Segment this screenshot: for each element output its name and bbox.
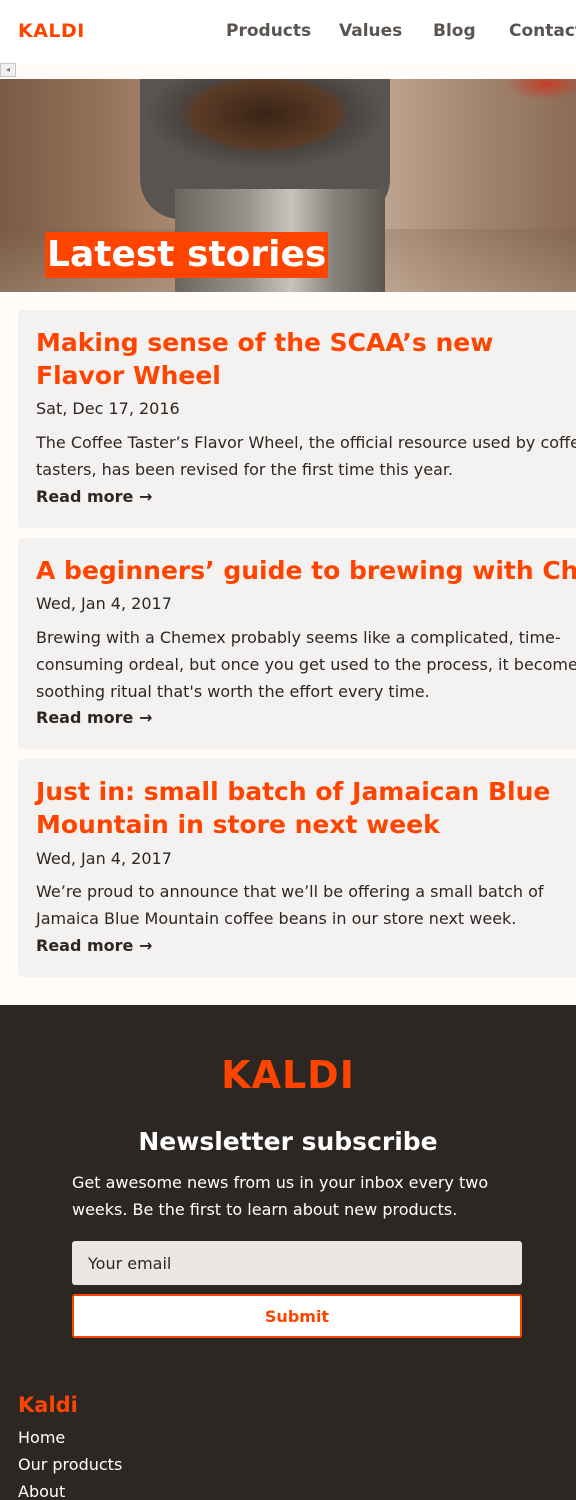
story-excerpt: Brewing with a Chemex probably seems lik… [36,628,576,701]
hero-banner: Latest stories [0,79,576,292]
newsletter-title: Newsletter subscribe [138,1127,438,1156]
site-header: KALDI Products Values Blog Contact [0,0,576,64]
story-title[interactable]: A beginners’ guide to brewing with Cheme… [36,554,576,587]
scroll-left-arrow-icon[interactable]: ◂ [0,63,16,77]
footer-logo: KALDI [221,1053,355,1097]
submit-button[interactable]: Submit [72,1294,522,1338]
page-title: Latest stories [45,232,329,278]
story-date: Sat, Dec 17, 2016 [36,399,180,418]
nav-link-blog[interactable]: Blog [433,21,476,41]
story-date: Wed, Jan 4, 2017 [36,594,172,613]
nav-link-products[interactable]: Products [226,21,311,41]
footer-link-products[interactable]: Our products [18,1454,122,1476]
story-card: Just in: small batch of Jamaican Blue Mo… [18,759,576,977]
story-excerpt: We’re proud to announce that we’ll be of… [36,882,544,928]
story-date: Wed, Jan 4, 2017 [36,849,172,868]
read-more-link[interactable]: Read more → [36,935,152,957]
read-more-link[interactable]: Read more → [36,707,152,729]
footer-link-home[interactable]: Home [18,1427,65,1449]
footer-link-about[interactable]: About [18,1481,65,1500]
story-title[interactable]: Making sense of the SCAA’s new Flavor Wh… [36,326,576,392]
story-title[interactable]: Just in: small batch of Jamaican Blue Mo… [36,775,576,841]
kaldi-logo[interactable]: KALDI [18,20,85,42]
story-excerpt: The Coffee Taster’s Flavor Wheel, the of… [36,433,576,479]
email-input[interactable] [72,1241,522,1285]
nav-link-contact[interactable]: Contact [509,21,576,41]
newsletter-description: Get awesome news from us in your inbox e… [72,1173,489,1219]
site-footer: KALDI Newsletter subscribe Get awesome n… [0,1005,576,1500]
footer-column-title: Kaldi [18,1393,78,1417]
story-card: A beginners’ guide to brewing with Cheme… [18,538,576,749]
nav-link-values[interactable]: Values [339,21,402,41]
story-card: Making sense of the SCAA’s new Flavor Wh… [18,310,576,528]
read-more-link[interactable]: Read more → [36,486,152,508]
hero-accent [486,79,576,109]
